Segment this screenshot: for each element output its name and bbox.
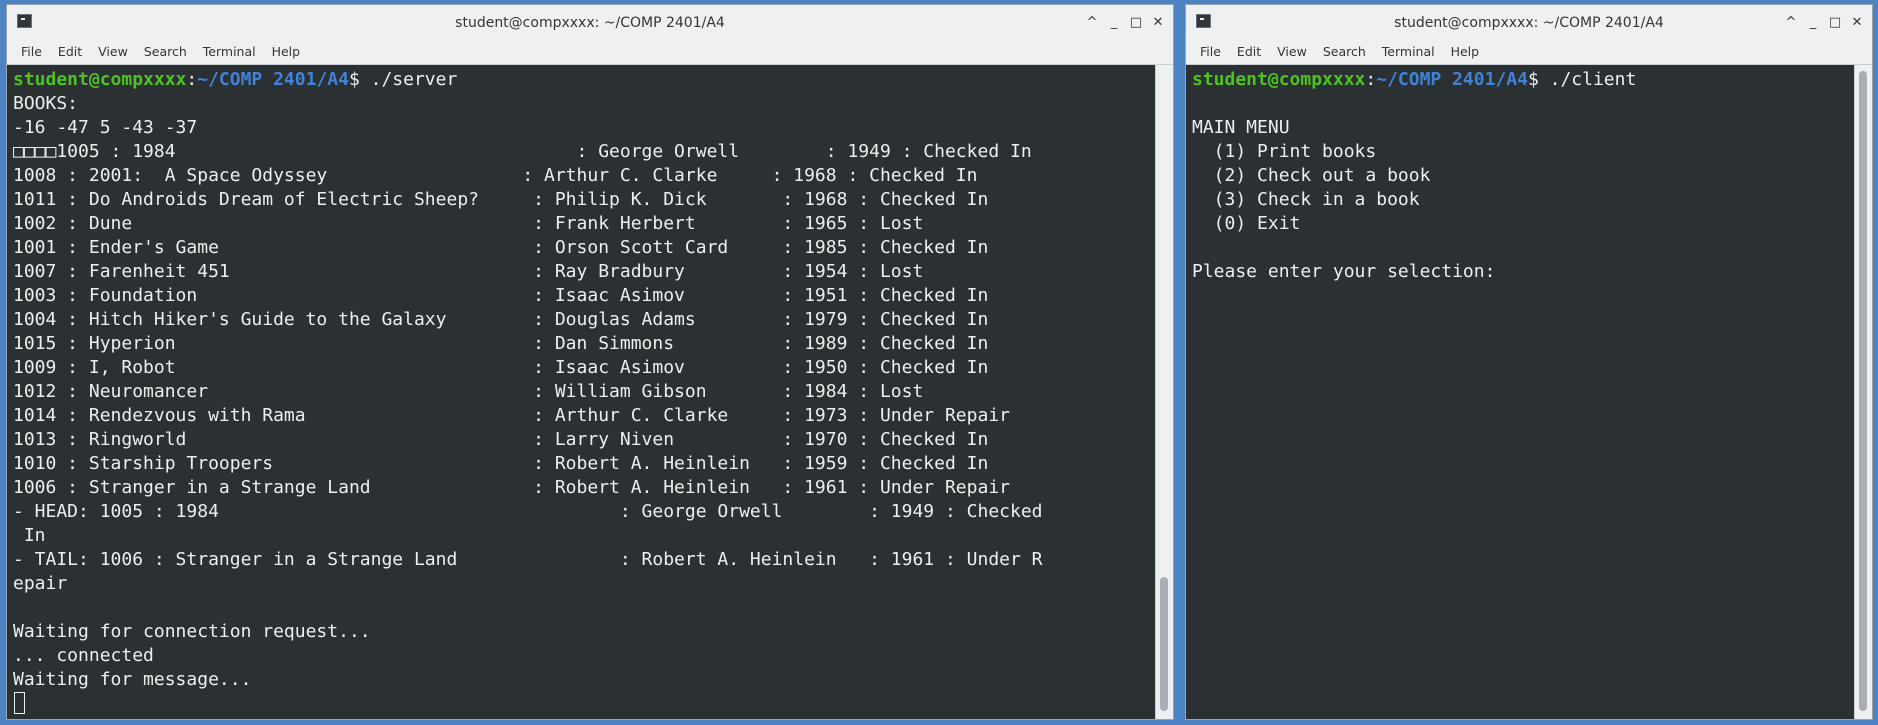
minimize-button[interactable]: _ (1105, 12, 1123, 32)
terminal-cursor (14, 692, 25, 714)
menu-file[interactable]: File (1192, 40, 1229, 64)
terminal-output: MAIN MENU (1) Print books (2) Check out … (1192, 117, 1496, 282)
window-title: student@compxxxx: ~/COMP 2401/A4 (455, 14, 725, 31)
prompt-command: $ ./server (348, 69, 458, 90)
keep-above-button[interactable]: ^ (1083, 12, 1101, 32)
window-title: student@compxxxx: ~/COMP 2401/A4 (1394, 14, 1664, 31)
prompt-separator: : (1365, 69, 1377, 90)
close-button[interactable]: ✕ (1149, 12, 1167, 32)
keep-above-button[interactable]: ^ (1782, 12, 1800, 32)
client-terminal-window[interactable]: student@compxxxx: ~/COMP 2401/A4 ^ _ □ ✕… (1185, 4, 1873, 720)
prompt-path: ~/COMP 2401/A4 (197, 69, 349, 90)
scrollbar-thumb[interactable] (1160, 577, 1168, 711)
prompt-command: $ ./client (1527, 69, 1637, 90)
terminal-area[interactable]: student@compxxxx:~/COMP 2401/A4$ ./serve… (7, 65, 1155, 719)
close-button[interactable]: ✕ (1848, 12, 1866, 32)
terminal-text: student@compxxxx:~/COMP 2401/A4$ ./clien… (1186, 65, 1854, 284)
maximize-button[interactable]: □ (1127, 12, 1145, 32)
prompt-user: student@compxxxx (1192, 69, 1366, 90)
terminal-output: BOOKS: -16 -47 5 -43 -37 □□□□1005 : 1984… (13, 93, 1043, 690)
terminal-icon[interactable] (1196, 14, 1211, 28)
menu-search[interactable]: Search (136, 40, 195, 64)
terminal-text: student@compxxxx:~/COMP 2401/A4$ ./serve… (7, 65, 1155, 692)
prompt-user: student@compxxxx (13, 69, 187, 90)
server-terminal-window[interactable]: student@compxxxx: ~/COMP 2401/A4 ^ _ □ ✕… (6, 4, 1174, 720)
scrollbar[interactable] (1155, 65, 1173, 719)
window-controls: ^ _ □ ✕ (1083, 12, 1167, 32)
title-bar[interactable]: student@compxxxx: ~/COMP 2401/A4 ^ _ □ ✕ (1186, 5, 1872, 40)
scrollbar-thumb[interactable] (1859, 71, 1867, 711)
menu-view[interactable]: View (1269, 40, 1315, 64)
scrollbar[interactable] (1854, 65, 1872, 719)
menu-file[interactable]: File (13, 40, 50, 64)
menu-bar: File Edit View Search Terminal Help (1186, 40, 1872, 65)
terminal-icon[interactable] (17, 14, 32, 28)
menu-search[interactable]: Search (1315, 40, 1374, 64)
menu-help[interactable]: Help (1443, 40, 1488, 64)
menu-edit[interactable]: Edit (1229, 40, 1269, 64)
menu-edit[interactable]: Edit (50, 40, 90, 64)
maximize-button[interactable]: □ (1826, 12, 1844, 32)
title-bar[interactable]: student@compxxxx: ~/COMP 2401/A4 ^ _ □ ✕ (7, 5, 1173, 40)
menu-view[interactable]: View (90, 40, 136, 64)
terminal-area[interactable]: student@compxxxx:~/COMP 2401/A4$ ./clien… (1186, 65, 1854, 719)
menu-help[interactable]: Help (264, 40, 309, 64)
menu-bar: File Edit View Search Terminal Help (7, 40, 1173, 65)
prompt-path: ~/COMP 2401/A4 (1376, 69, 1528, 90)
prompt-separator: : (186, 69, 198, 90)
menu-terminal[interactable]: Terminal (1374, 40, 1443, 64)
menu-terminal[interactable]: Terminal (195, 40, 264, 64)
window-controls: ^ _ □ ✕ (1782, 12, 1866, 32)
minimize-button[interactable]: _ (1804, 12, 1822, 32)
